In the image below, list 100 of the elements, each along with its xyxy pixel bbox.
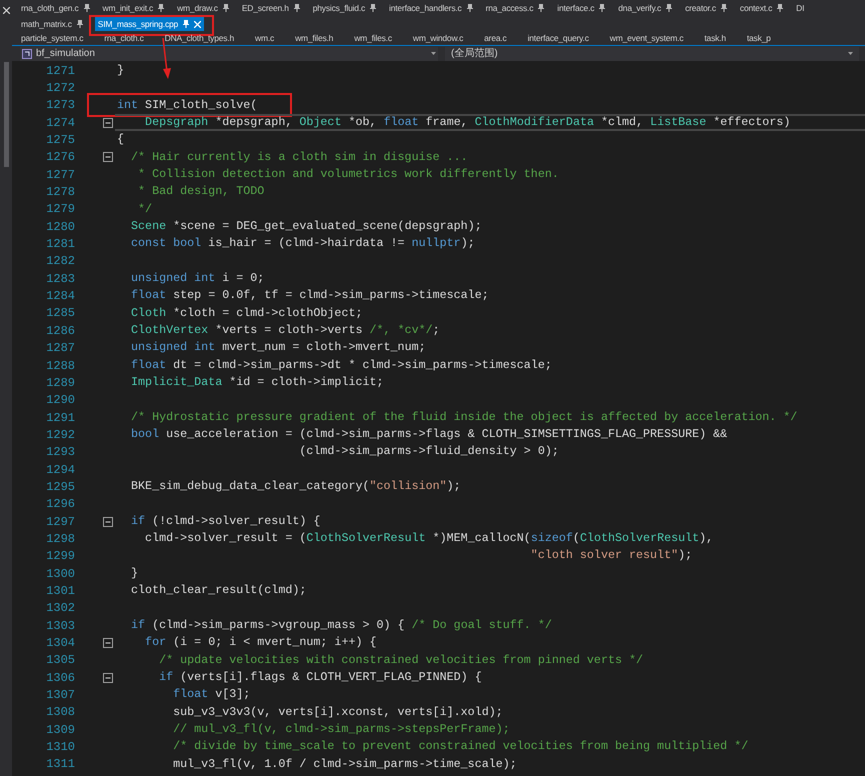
code-line: "cloth solver result");	[530, 550, 692, 562]
pin-icon[interactable]	[76, 20, 83, 28]
code-line: if (verts[i].flags & CLOTH_VERT_FLAG_PINNED) {	[158, 672, 482, 684]
pin-icon[interactable]	[294, 4, 300, 12]
code-line: if (clmd->sim_parms->vgroup_mass > 0) { /* Do goal stuff. */	[130, 620, 552, 632]
code-line: BKE_sim_debug_data_clear_category("collision");	[130, 481, 461, 493]
file-tab[interactable]: particle_system.c	[20, 32, 84, 46]
line-number: 1289	[45, 376, 75, 389]
file-tab[interactable]: wm.c	[254, 32, 276, 46]
scope-name: (全局范围)	[451, 48, 499, 58]
line-number: 1275	[45, 134, 75, 146]
file-tab[interactable]: wm_draw.c	[176, 1, 230, 15]
code-line: {	[117, 134, 124, 146]
collapse-icon[interactable]	[103, 638, 113, 648]
caret-icon	[848, 52, 853, 55]
file-tab[interactable]: wm_files.h	[294, 32, 334, 46]
file-tab[interactable]: wm_files.c	[353, 32, 393, 46]
file-tab[interactable]: interface_handlers.c	[388, 1, 474, 15]
file-tab[interactable]: context.c	[738, 1, 784, 15]
line-number: 1306	[45, 672, 75, 684]
line-number: 1295	[45, 480, 75, 493]
line-number: 1285	[45, 307, 75, 320]
file-tab[interactable]: DNA_cloth_types.h	[164, 32, 236, 46]
pin-icon[interactable]	[599, 4, 606, 12]
line-number: 1277	[45, 168, 75, 181]
file-tab[interactable]: DI	[795, 1, 806, 15]
code-line: /* divide by time_scale to prevent constrained velocities from being multiplied */	[172, 741, 748, 753]
file-tab[interactable]: wm_init_exit.c	[102, 1, 166, 15]
pin-icon[interactable]	[183, 20, 190, 28]
line-number: 1309	[45, 724, 75, 736]
file-tab[interactable]: creator.c	[684, 1, 728, 15]
code-line: /* Hydrostatic pressure gradient of the fluid inside the object is affected by acceleration. */	[130, 412, 798, 424]
line-number: 1292	[45, 428, 75, 441]
project-icon	[22, 48, 32, 58]
file-tab[interactable]: rna_cloth_gen.c	[20, 1, 90, 15]
project-name: bf_simulation	[36, 48, 96, 58]
line-number: 1271	[45, 64, 75, 77]
close-icon[interactable]	[2, 7, 10, 14]
collapse-icon[interactable]	[103, 672, 113, 683]
line-number: 1276	[45, 151, 75, 164]
pin-icon[interactable]	[720, 4, 727, 12]
file-tab[interactable]: task.h	[703, 32, 727, 46]
code-line: float v[3];	[172, 689, 250, 701]
pin-icon[interactable]	[538, 4, 544, 12]
file-tab[interactable]: SIM_mass_spring.cpp	[94, 17, 204, 31]
file-tab[interactable]: dna_verify.c	[617, 1, 674, 15]
line-number: 1281	[45, 238, 75, 250]
code-line: * Bad design, TODO	[137, 186, 264, 198]
pin-icon[interactable]	[777, 4, 784, 12]
file-tab[interactable]: ED_screen.h	[240, 1, 301, 15]
caret-icon	[431, 52, 436, 55]
pin-icon[interactable]	[158, 4, 164, 12]
line-number: 1311	[45, 758, 75, 770]
line-number: 1308	[45, 706, 75, 718]
line-number: 1302	[45, 602, 75, 614]
code-line: Implicit_Data *id = cloth->implicit;	[130, 377, 384, 389]
code-line: for (i = 0; i < mvert_num; i++) {	[144, 637, 377, 649]
file-tab[interactable]: rna_access.c	[484, 1, 546, 15]
file-tab[interactable]: area.c	[483, 32, 508, 46]
file-tab[interactable]: task_p	[746, 32, 772, 46]
pin-icon[interactable]	[84, 4, 90, 12]
file-tab[interactable]: interface_query.c	[526, 32, 590, 46]
pin-icon[interactable]	[466, 4, 473, 12]
file-tab[interactable]: interface.c	[556, 1, 606, 15]
line-number: 1287	[45, 342, 75, 354]
code-line: int SIM_cloth_solve(	[117, 100, 258, 112]
line-number: 1301	[45, 584, 75, 597]
code-line: unsigned int mvert_num = cloth->mvert_num;	[130, 342, 426, 354]
file-tab[interactable]: wm_window.c	[412, 32, 464, 46]
line-number: 1290	[45, 394, 75, 406]
code-line: const bool is_hair = (clmd->hairdata != nullptr);	[130, 238, 475, 250]
collapse-icon[interactable]	[103, 118, 113, 128]
scrollbar[interactable]	[4, 62, 8, 167]
line-number: 1282	[45, 255, 75, 268]
code-line: float dt = clmd->sim_parms->dt * clmd->sim_parms->timescale;	[130, 360, 552, 372]
line-number: 1305	[45, 654, 75, 666]
file-tab[interactable]: physics_fluid.c	[312, 1, 378, 15]
file-tab[interactable]: rna_cloth.c	[103, 32, 145, 46]
line-number: 1286	[45, 324, 75, 337]
pin-icon[interactable]	[370, 4, 376, 12]
code-line: mul_v3_fl(v, 1.0f / clmd->sim_parms->time_scale);	[172, 758, 517, 770]
code-line: if (!clmd->solver_result) {	[130, 516, 320, 528]
line-number: 1274	[45, 116, 75, 129]
code-line: bool use_acceleration = (clmd->sim_parms->flags & CLOTH_SIMSETTINGS_FLAG_PRESSURE) &&	[130, 429, 728, 441]
code-line: (clmd->sim_parms->fluid_density > 0);	[298, 446, 559, 458]
file-tab[interactable]: wm_event_system.c	[608, 32, 684, 46]
collapse-icon[interactable]	[103, 516, 113, 527]
pin-icon[interactable]	[666, 4, 672, 12]
line-number: 1300	[45, 568, 75, 580]
scope-dropdown[interactable]: (全局范围)	[445, 46, 859, 60]
project-dropdown[interactable]: bf_simulation	[20, 46, 438, 60]
file-tab[interactable]: math_matrix.c	[20, 17, 84, 31]
code-line: Depsgraph *depsgraph, Object *ob, float frame, ClothModifierData *clmd, ListBase *effectors)	[144, 116, 790, 129]
code-line: sub_v3_v3v3(v, verts[i].xconst, verts[i].xold);	[172, 706, 503, 718]
code-line: // mul_v3_fl(v, clmd->sim_parms->stepsPerFrame);	[172, 724, 510, 736]
line-number: 1296	[45, 498, 75, 510]
collapse-icon[interactable]	[103, 152, 113, 162]
pin-icon[interactable]	[222, 4, 229, 12]
code-line: Cloth *cloth = clmd->clothObject;	[130, 308, 362, 320]
code-line: float step = 0.0f, tf = clmd->sim_parms->timescale;	[130, 290, 489, 302]
